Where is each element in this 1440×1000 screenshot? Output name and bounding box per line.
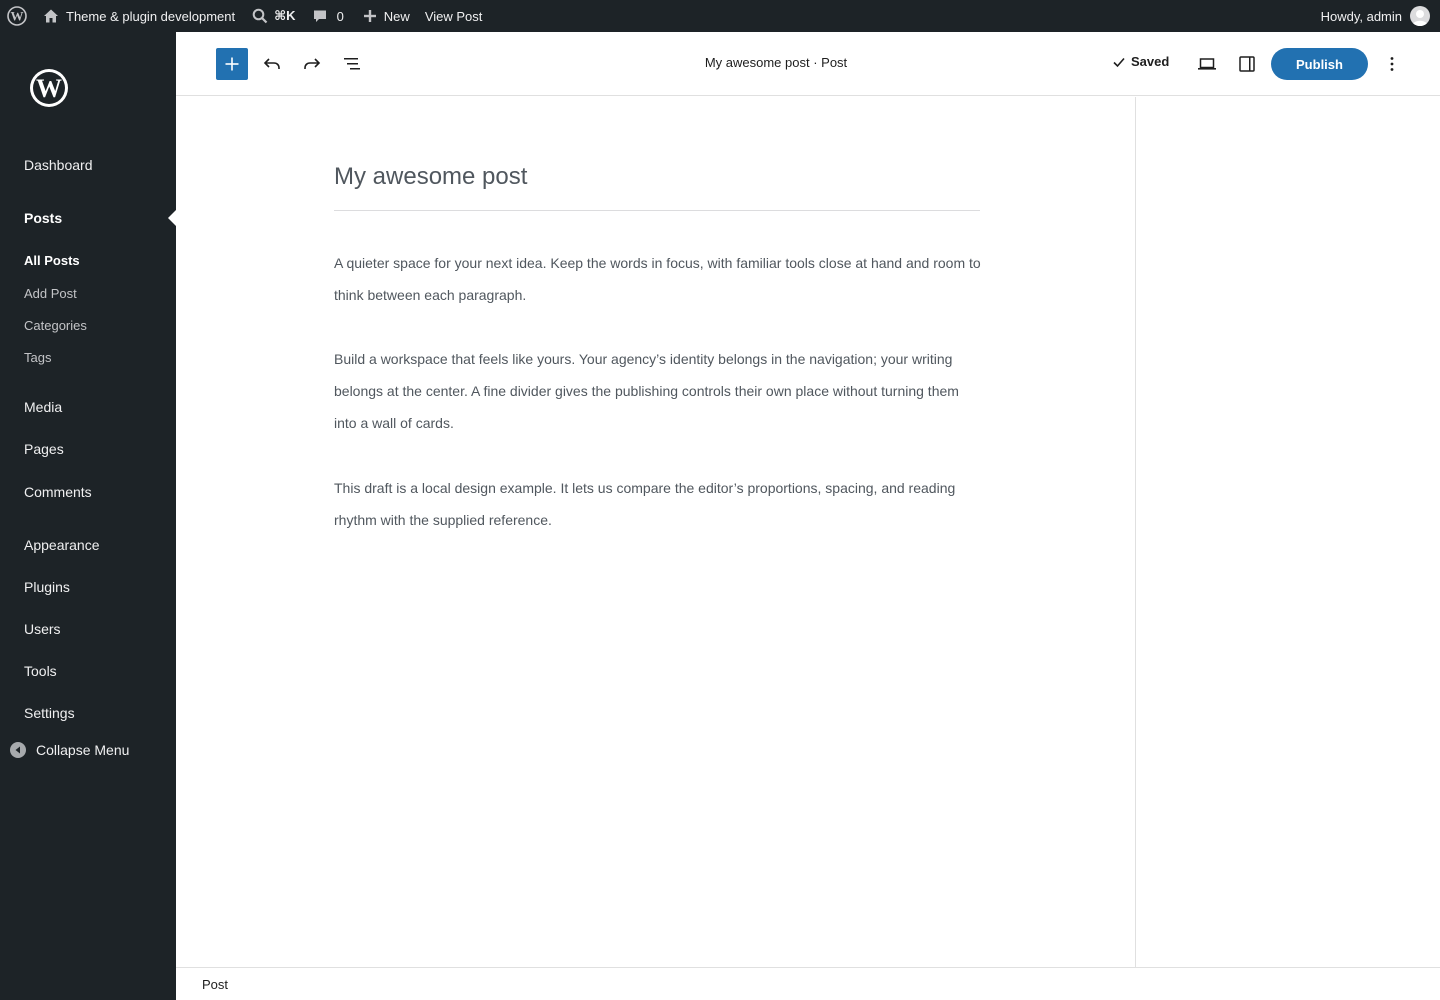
more-vertical-icon — [1390, 57, 1394, 71]
collapse-arrow-icon — [10, 742, 26, 758]
publish-button[interactable]: Publish — [1271, 48, 1368, 80]
sidebar-item-users[interactable]: Users — [24, 620, 61, 638]
collapse-menu-label: Collapse Menu — [36, 742, 130, 758]
new-label: New — [383, 8, 410, 24]
title-divider — [334, 210, 980, 211]
admin-bar: W Theme & plugin development ⌘K 0 New Vi… — [0, 0, 1440, 32]
site-name-label: Theme & plugin development — [66, 8, 236, 24]
sidebar-item-plugins[interactable]: Plugins — [24, 578, 70, 596]
site-name-link[interactable]: Theme & plugin development — [43, 0, 235, 32]
editor-header: My awesome post · Post Saved Publish — [176, 32, 1440, 96]
paragraph-block[interactable]: Build a workspace that feels like yours.… — [334, 343, 984, 439]
comment-bubble-icon — [313, 10, 326, 22]
sidebar-item-posts[interactable]: Posts — [24, 209, 62, 227]
comments-count: 0 — [336, 8, 344, 24]
svg-text:W: W — [11, 9, 24, 24]
submenu-item-all-posts[interactable]: All Posts — [24, 253, 80, 269]
sidebar-item-pages[interactable]: Pages — [24, 440, 64, 458]
editor-canvas: My awesome post A quieter space for your… — [176, 97, 1135, 967]
submenu-item-categories[interactable]: Categories — [24, 318, 87, 334]
home-icon — [44, 9, 58, 23]
laptop-icon — [1198, 58, 1216, 70]
new-content-link[interactable]: New — [363, 0, 410, 32]
sidebar-item-comments[interactable]: Comments — [24, 483, 92, 501]
block-breadcrumb[interactable]: Post — [202, 977, 228, 992]
sidebar-item-settings[interactable]: Settings — [24, 704, 75, 722]
sidebar-item-media[interactable]: Media — [24, 398, 62, 416]
current-menu-arrow — [168, 210, 176, 226]
avatar — [1410, 6, 1430, 26]
search-icon — [252, 8, 268, 24]
submenu-item-tags[interactable]: Tags — [24, 350, 51, 366]
search-shortcut-label: ⌘K — [274, 8, 296, 23]
paragraph-block[interactable]: This draft is a local design example. It… — [334, 472, 984, 536]
settings-panel — [1136, 97, 1440, 967]
post-title[interactable]: My awesome post — [334, 163, 527, 191]
sidebar-item-tools[interactable]: Tools — [24, 662, 57, 680]
admin-sidebar: W Dashboard Posts All Posts Add Post Cat… — [0, 32, 176, 1000]
preview-button[interactable] — [1191, 48, 1223, 80]
collapse-menu-button[interactable]: Collapse Menu — [10, 742, 129, 758]
options-button[interactable] — [1376, 48, 1408, 80]
plus-icon — [363, 10, 376, 22]
saved-indicator: Saved — [1112, 54, 1169, 69]
svg-text:W: W — [36, 74, 62, 103]
settings-sidebar-toggle[interactable] — [1231, 48, 1263, 80]
comments-link[interactable]: 0 — [312, 0, 344, 32]
command-search-button[interactable]: ⌘K — [252, 0, 296, 32]
sidebar-item-dashboard[interactable]: Dashboard — [24, 156, 93, 174]
submenu-item-add-post[interactable]: Add Post — [24, 286, 77, 302]
sidebar-item-appearance[interactable]: Appearance — [24, 536, 100, 554]
editor-footer: Post — [176, 967, 1440, 1000]
wordpress-logo-icon[interactable]: W — [1, 0, 33, 32]
howdy-label: Howdy, admin — [1320, 8, 1402, 24]
paragraph-block[interactable]: A quieter space for your next idea. Keep… — [334, 247, 984, 311]
view-post-link[interactable]: View Post — [425, 0, 483, 32]
sidebar-panel-icon — [1239, 56, 1255, 72]
wordpress-logo-icon: W — [29, 68, 69, 108]
checkmark-icon — [1113, 57, 1125, 67]
account-menu[interactable]: Howdy, admin — [1321, 0, 1430, 32]
saved-label: Saved — [1131, 54, 1170, 69]
